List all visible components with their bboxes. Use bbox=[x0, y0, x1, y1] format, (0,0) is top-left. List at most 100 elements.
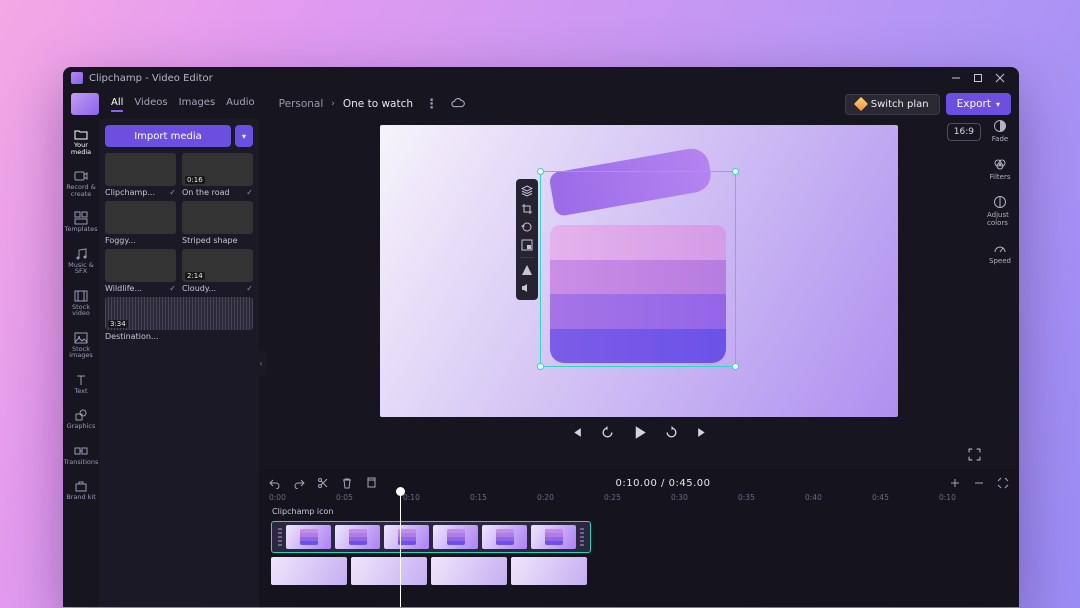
playback-controls bbox=[570, 417, 709, 447]
templates-icon bbox=[74, 211, 88, 225]
media-thumbnail[interactable]: Foggy... bbox=[105, 201, 176, 245]
undo-button[interactable] bbox=[269, 477, 281, 489]
thumbnail-image bbox=[105, 249, 176, 282]
sidebar-item-templates[interactable]: Templates bbox=[63, 207, 99, 237]
window-close-button[interactable] bbox=[989, 69, 1011, 87]
audio-clip[interactable] bbox=[351, 557, 427, 585]
rotate-icon[interactable] bbox=[521, 221, 533, 233]
breadcrumb-current[interactable]: One to watch bbox=[343, 98, 413, 110]
audio-clip[interactable] bbox=[511, 557, 587, 585]
thumbnail-label: Foggy... bbox=[105, 236, 136, 245]
timeline-ruler[interactable]: 0:000:050:100:150:200:250:300:350:400:45… bbox=[269, 493, 1009, 507]
ruler-tick: 0:20 bbox=[537, 493, 554, 502]
selection-box[interactable] bbox=[540, 171, 736, 367]
sidebar-item-music[interactable]: Music & SFX bbox=[63, 243, 99, 279]
tab-videos[interactable]: Videos bbox=[134, 97, 167, 112]
media-thumbnail[interactable]: Striped shape bbox=[182, 201, 253, 245]
thumbnail-image bbox=[105, 201, 176, 234]
sidebar-item-text[interactable]: Text bbox=[63, 369, 99, 399]
audio-clip[interactable] bbox=[431, 557, 507, 585]
ruler-tick: 0:35 bbox=[738, 493, 755, 502]
in-timeline-icon: ✓ bbox=[246, 188, 253, 197]
redo-button[interactable] bbox=[293, 477, 305, 489]
clip-trim-handle-left[interactable] bbox=[278, 528, 282, 546]
crop-icon[interactable] bbox=[521, 203, 533, 215]
media-thumbnail[interactable]: Clipchamp...✓ bbox=[105, 153, 176, 197]
clip-trim-handle-right[interactable] bbox=[580, 528, 584, 546]
clip-thumb bbox=[482, 525, 527, 549]
ruler-tick: 0:05 bbox=[336, 493, 353, 502]
sidebar-item-stock-video[interactable]: Stock video bbox=[63, 285, 99, 321]
main-stage-area: 16:9 bbox=[259, 119, 1019, 607]
media-thumbnail-grid: Clipchamp...✓0:16On the road✓ Foggy... Str… bbox=[105, 153, 253, 341]
clip-thumb bbox=[384, 525, 429, 549]
title-bar: Clipchamp - Video Editor bbox=[63, 67, 1019, 89]
volume-icon[interactable] bbox=[521, 282, 533, 294]
media-thumbnail[interactable]: 2:14Cloudy...✓ bbox=[182, 249, 253, 293]
layers-icon[interactable] bbox=[521, 185, 533, 197]
cloud-sync-icon[interactable] bbox=[451, 97, 465, 111]
ruler-tick: 0:10 bbox=[403, 493, 420, 502]
media-thumbnail[interactable]: 3:34Destination... bbox=[105, 297, 253, 341]
thumbnail-label: Cloudy... bbox=[182, 284, 216, 293]
resize-handle-bl[interactable] bbox=[537, 363, 544, 370]
sidebar-item-your-media[interactable]: Your media bbox=[63, 123, 99, 159]
window-maximize-button[interactable] bbox=[967, 69, 989, 87]
pip-icon[interactable] bbox=[521, 239, 533, 251]
thumbnail-duration: 0:16 bbox=[185, 176, 205, 184]
resize-handle-br[interactable] bbox=[732, 363, 739, 370]
thumbnail-image: 3:34 bbox=[105, 297, 253, 330]
thumbnail-image: 2:14 bbox=[182, 249, 253, 282]
step-forward-button[interactable] bbox=[665, 426, 678, 439]
resize-handle-tr[interactable] bbox=[732, 168, 739, 175]
app-logo-icon bbox=[71, 72, 83, 84]
fullscreen-button[interactable] bbox=[968, 448, 981, 461]
sidebar-item-transitions[interactable]: Transitions bbox=[63, 440, 99, 470]
media-thumbnail[interactable]: 0:16On the road✓ bbox=[182, 153, 253, 197]
zoom-in-button[interactable] bbox=[949, 477, 961, 489]
import-media-dropdown[interactable]: ▾ bbox=[235, 125, 253, 147]
zoom-fit-button[interactable] bbox=[997, 477, 1009, 489]
sidebar-item-stock-images[interactable]: Stock images bbox=[63, 327, 99, 363]
next-clip-button[interactable] bbox=[696, 426, 709, 439]
window-minimize-button[interactable] bbox=[945, 69, 967, 87]
timeline-tracks[interactable]: Clipchamp icon bbox=[269, 507, 1009, 607]
video-clip[interactable] bbox=[271, 521, 591, 553]
sidebar-item-brand-kit[interactable]: Brand kit bbox=[63, 475, 99, 505]
duplicate-button[interactable] bbox=[365, 477, 377, 489]
split-button[interactable] bbox=[317, 477, 329, 489]
separator bbox=[520, 257, 534, 258]
media-panel: Import media ▾ Clipchamp...✓0:16On the r… bbox=[99, 119, 259, 607]
export-button[interactable]: Export ▾ bbox=[946, 93, 1011, 115]
aspect-ratio-selector[interactable]: 16:9 bbox=[947, 123, 981, 141]
play-button[interactable] bbox=[632, 425, 647, 440]
sidebar-item-graphics[interactable]: Graphics bbox=[63, 404, 99, 434]
zoom-out-button[interactable] bbox=[973, 477, 985, 489]
resize-handle-tl[interactable] bbox=[537, 168, 544, 175]
more-options-button[interactable]: ⋮ bbox=[425, 97, 439, 112]
top-toolbar: All Videos Images Audio Personal › One t… bbox=[63, 89, 1019, 119]
prev-clip-button[interactable] bbox=[570, 426, 583, 439]
canvas-floating-toolbar bbox=[516, 179, 538, 300]
ruler-tick: 0:40 bbox=[805, 493, 822, 502]
warning-icon[interactable] bbox=[521, 264, 533, 276]
tab-audio[interactable]: Audio bbox=[226, 97, 254, 112]
ruler-tick: 0:30 bbox=[671, 493, 688, 502]
shapes-icon bbox=[74, 408, 88, 422]
import-media-button[interactable]: Import media bbox=[105, 125, 231, 147]
preview-canvas[interactable] bbox=[380, 125, 898, 417]
media-thumbnail[interactable]: Wildlife...✓ bbox=[105, 249, 176, 293]
sidebar-item-record[interactable]: Record & create bbox=[63, 165, 99, 201]
media-filter-tabs: All Videos Images Audio bbox=[111, 97, 255, 112]
film-icon bbox=[74, 289, 88, 303]
app-window: Clipchamp - Video Editor All Videos Imag… bbox=[63, 67, 1019, 607]
audio-clip[interactable] bbox=[271, 557, 347, 585]
breadcrumb-parent[interactable]: Personal bbox=[279, 98, 324, 110]
delete-button[interactable] bbox=[341, 477, 353, 489]
tab-all[interactable]: All bbox=[111, 97, 123, 112]
tab-images[interactable]: Images bbox=[179, 97, 216, 112]
switch-plan-button[interactable]: Switch plan bbox=[845, 94, 940, 115]
playhead[interactable] bbox=[400, 492, 401, 607]
in-timeline-icon: ✓ bbox=[169, 188, 176, 197]
step-back-button[interactable] bbox=[601, 426, 614, 439]
